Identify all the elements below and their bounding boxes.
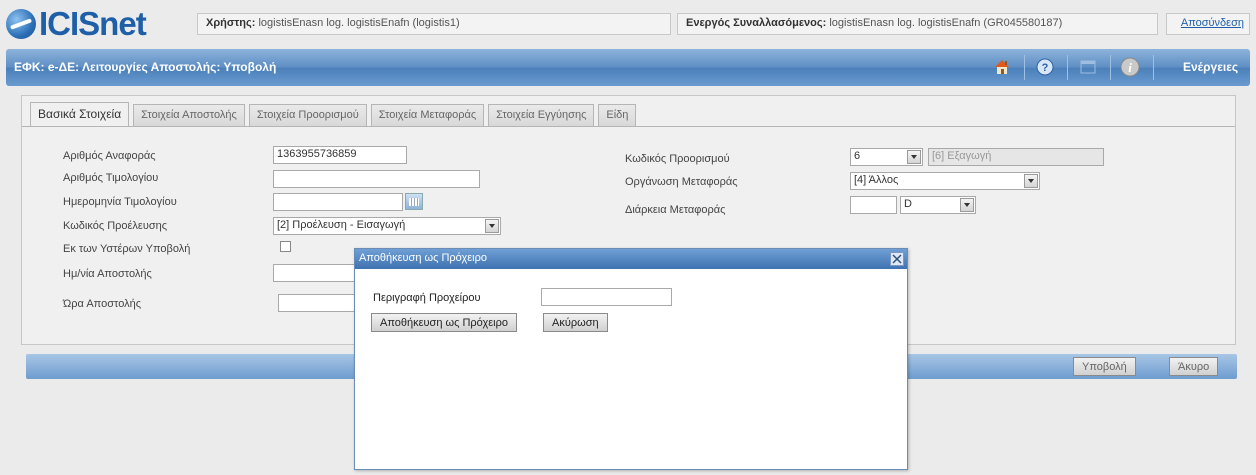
calendar-icon[interactable] [405, 193, 423, 210]
tab-items[interactable]: Είδη [598, 104, 637, 126]
trader-value: logistisEnasn log. logistisEnafn (GR0455… [829, 17, 1063, 29]
origin-code-value: [2] Προέλευση - Εισαγωγή [277, 219, 406, 231]
transport-arrangement-label: Οργάνωση Μεταφοράς [625, 176, 738, 188]
logout-link[interactable]: Αποσύνδεση [1166, 13, 1250, 35]
toolbar-divider [1067, 55, 1068, 80]
top-bar: ICISnet Χρήστης: logistisEnasn log. logi… [0, 0, 1256, 48]
page-title-bar: ΕΦΚ: e-ΔΕ: Λειτουργίες Αποστολής: Υποβολ… [6, 49, 1250, 86]
help-icon[interactable]: ? [1035, 57, 1055, 77]
info-icon[interactable]: i [1120, 57, 1140, 77]
trader-label: Ενεργός Συναλλασόμενος: [686, 17, 827, 29]
tab-bar: Βασικά Στοιχεία Στοιχεία Αποστολής Στοιχ… [30, 102, 640, 126]
origin-code-label: Κωδικός Προέλευσης [63, 220, 168, 232]
toolbar-divider [1110, 55, 1111, 80]
save-draft-dialog: Αποθήκευση ως Πρόχειρο Περιγραφή Προχείρ… [354, 248, 908, 470]
invoice-number-field[interactable] [273, 170, 480, 188]
transport-arrangement-value: [4] Άλλος [854, 174, 899, 186]
invoice-number-label: Αριθμός Τιμολογίου [63, 172, 159, 184]
tab-dispatch-info[interactable]: Στοιχεία Αποστολής [133, 104, 245, 126]
toolbar-divider [1024, 55, 1025, 80]
dispatch-date-field[interactable] [273, 264, 363, 282]
transport-duration-unit-select[interactable]: D [900, 196, 976, 214]
destination-code-label: Κωδικός Προορισμού [625, 153, 730, 165]
deferred-submission-checkbox[interactable] [280, 241, 291, 252]
toolbar-divider [1153, 55, 1154, 80]
dialog-title: Αποθήκευση ως Πρόχειρο [359, 252, 487, 264]
invoice-date-field[interactable] [273, 193, 403, 211]
trader-info: Ενεργός Συναλλασόμενος: logistisEnasn lo… [677, 13, 1158, 35]
user-value: logistisEnasn log. logistisEnafn (logist… [258, 17, 460, 29]
tab-transport-info[interactable]: Στοιχεία Μεταφοράς [370, 104, 485, 126]
dialog-cancel-button[interactable]: Ακύρωση [543, 313, 608, 332]
user-label: Χρήστης: [206, 17, 256, 29]
destination-code-description: [6] Εξαγωγή [928, 148, 1104, 166]
app-logo: ICISnet [6, 5, 147, 42]
transport-arrangement-select[interactable]: [4] Άλλος [850, 172, 1040, 190]
close-icon[interactable] [890, 252, 904, 266]
deferred-submission-label: Εκ των Υστέρων Υποβολή [63, 243, 191, 255]
tab-divider [22, 126, 1235, 127]
chevron-down-icon[interactable] [907, 150, 921, 164]
cancel-button[interactable]: Άκυρο [1169, 357, 1219, 376]
logo-text: ICISnet [39, 5, 147, 42]
draft-description-field[interactable] [541, 288, 672, 306]
origin-code-select[interactable]: [2] Προέλευση - Εισαγωγή [273, 217, 501, 235]
svg-text:i: i [1128, 60, 1132, 75]
svg-text:?: ? [1042, 62, 1049, 74]
tab-destination-info[interactable]: Στοιχεία Προορισμού [248, 104, 367, 126]
dispatch-time-label: Ώρα Αποστολής [63, 298, 142, 310]
chevron-down-icon[interactable] [1024, 174, 1038, 188]
transport-duration-label: Διάρκεια Μεταφοράς [625, 204, 726, 216]
destination-code-value: 6 [854, 150, 861, 162]
globe-icon [6, 9, 36, 39]
transport-duration-unit-value: D [904, 198, 912, 210]
ref-number-label: Αριθμός Αναφοράς [63, 150, 156, 162]
chevron-down-icon[interactable] [960, 198, 974, 212]
user-info: Χρήστης: logistisEnasn log. logistisEnaf… [197, 13, 671, 35]
home-icon[interactable] [992, 57, 1012, 77]
draft-description-label: Περιγραφή Προχείρου [373, 292, 481, 304]
page-title: ΕΦΚ: e-ΔΕ: Λειτουργίες Αποστολής: Υποβολ… [14, 60, 277, 74]
dispatch-time-field[interactable] [278, 294, 363, 312]
transport-duration-field[interactable] [850, 196, 897, 214]
tab-basic-info[interactable]: Βασικά Στοιχεία [30, 102, 130, 126]
submit-button[interactable]: Υποβολή [1073, 357, 1136, 376]
ref-number-field[interactable]: 1363955736859 [273, 146, 407, 164]
chevron-down-icon[interactable] [485, 219, 499, 233]
tab-guarantee-info[interactable]: Στοιχεία Εγγύησης [488, 104, 595, 126]
actions-menu[interactable]: Ενέργειες [1183, 60, 1238, 74]
window-icon[interactable] [1078, 57, 1098, 77]
destination-code-select[interactable]: 6 [850, 148, 923, 166]
dispatch-date-label: Ημ/νία Αποστολής [63, 268, 152, 280]
invoice-date-label: Ημερομηνία Τιμολογίου [63, 196, 177, 208]
dialog-header: Αποθήκευση ως Πρόχειρο [355, 249, 907, 269]
save-draft-button[interactable]: Αποθήκευση ως Πρόχειρο [371, 313, 517, 332]
